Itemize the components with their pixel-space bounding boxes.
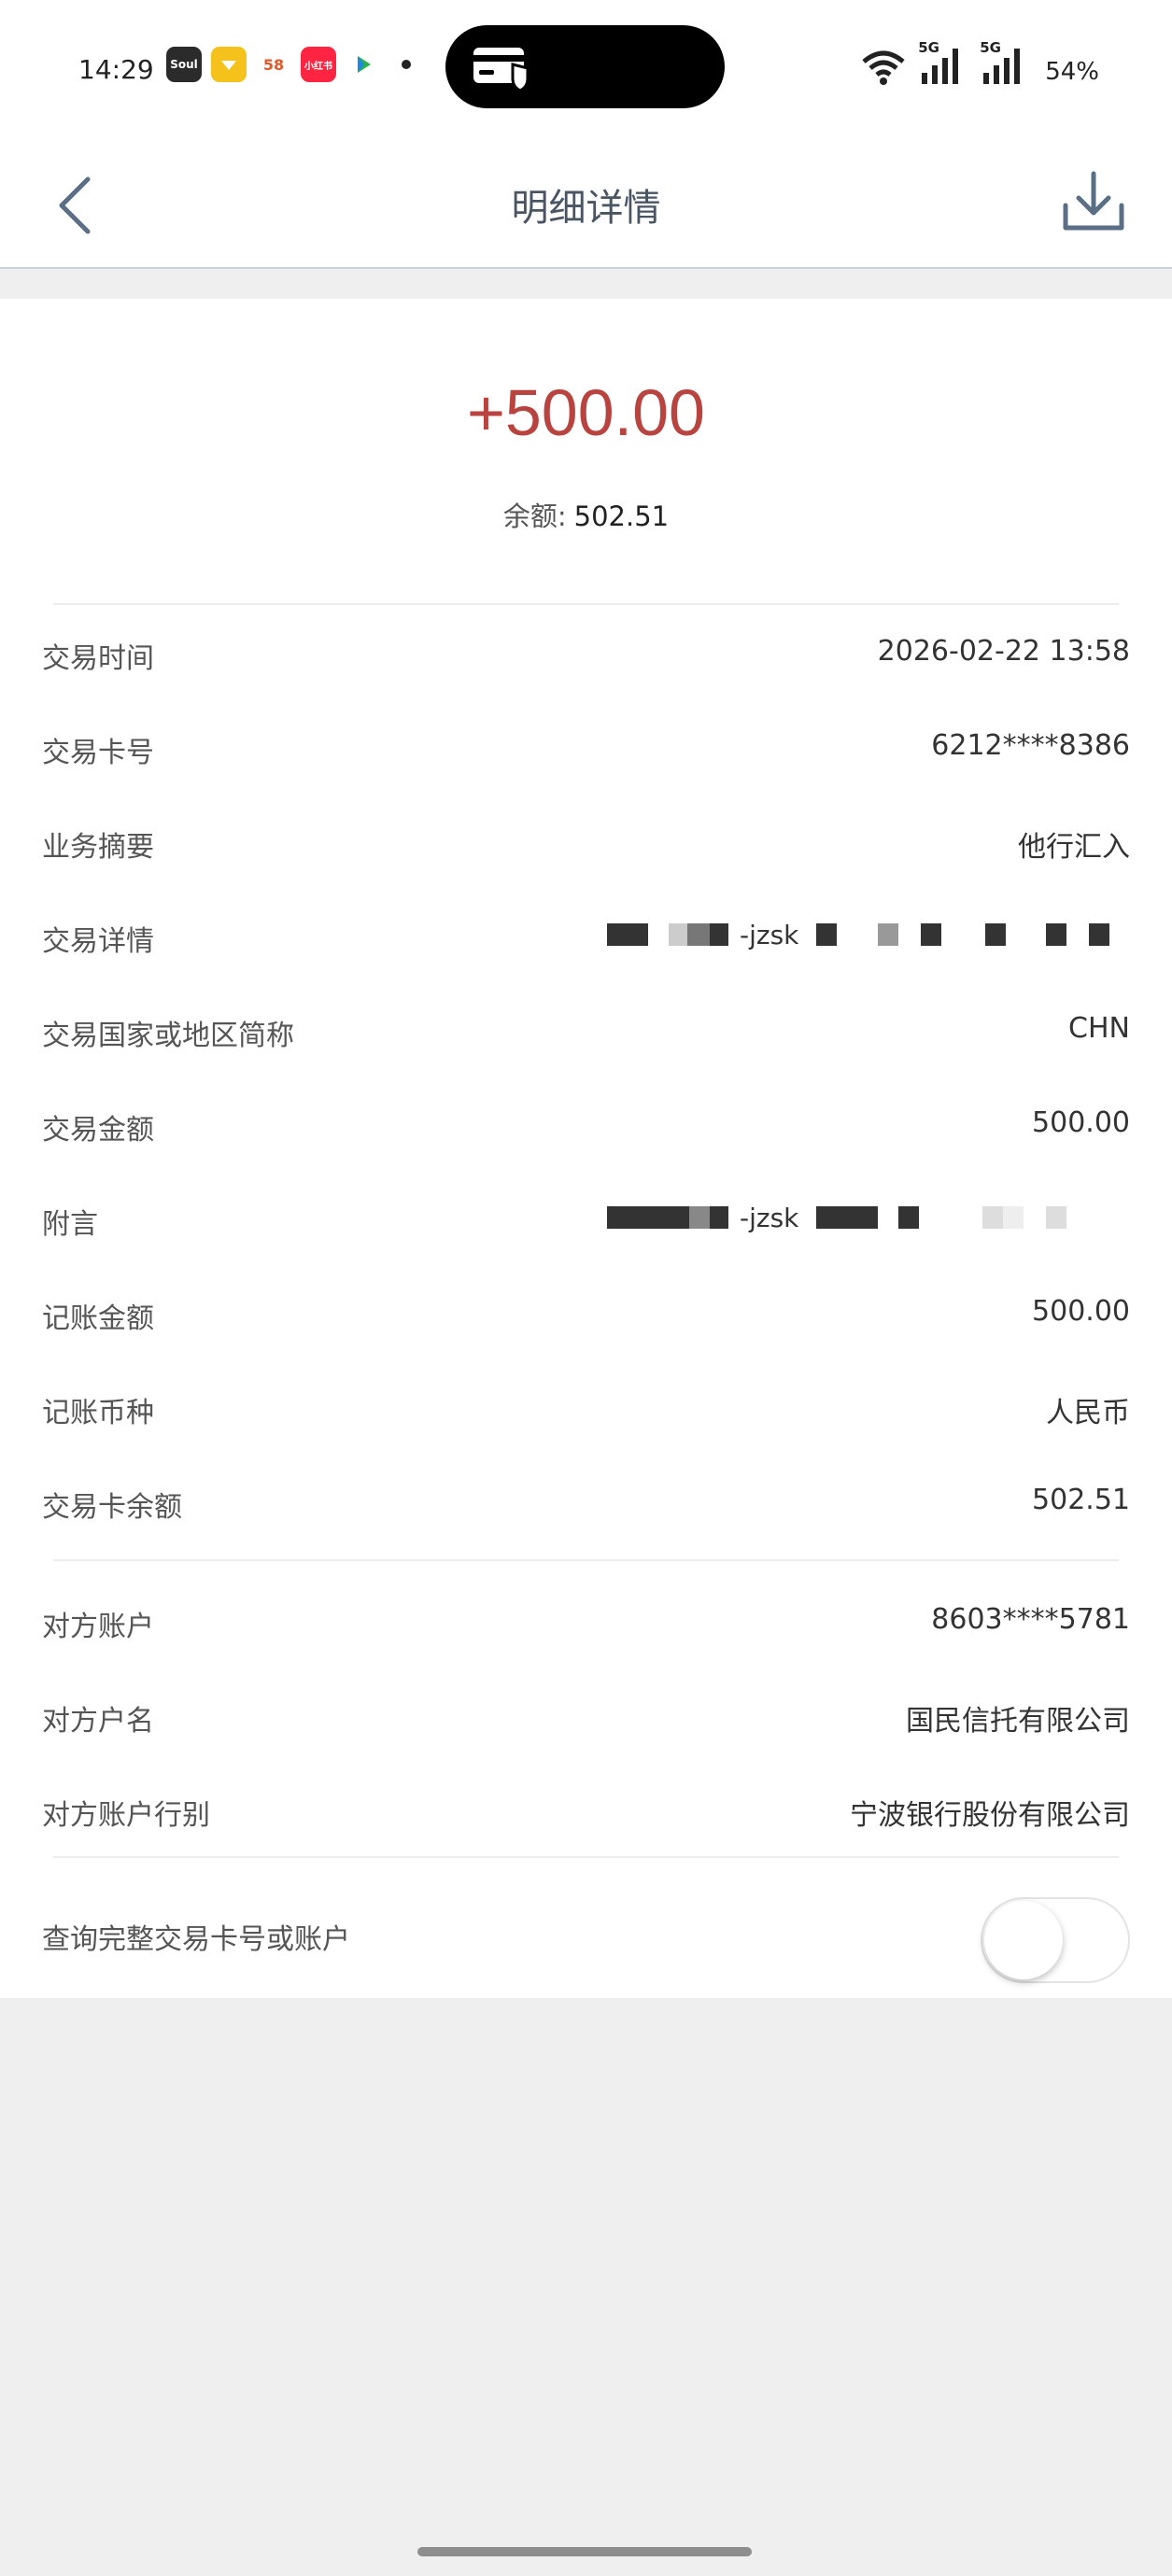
notification-icons: Soul 58 小红书 xyxy=(166,47,411,82)
signal-5g-icon-1: 5G xyxy=(918,39,968,86)
dynamic-island xyxy=(445,25,725,108)
row-label: 附言 xyxy=(42,1208,98,1241)
more-notifications-dot xyxy=(402,60,411,69)
row-remark: 附言 -jzsk xyxy=(0,1175,1172,1268)
row-value: 人民币 xyxy=(1046,1397,1130,1429)
row-value: 国民信托有限公司 xyxy=(906,1705,1130,1738)
row-value: 500.00 xyxy=(1032,1295,1130,1328)
row-label: 对方户名 xyxy=(42,1705,154,1738)
divider xyxy=(53,1559,1119,1561)
redacted-remark: -jzsk xyxy=(607,1203,1130,1244)
status-bar: 14:29 Soul 58 小红书 5G 5G 54% xyxy=(0,0,1172,138)
signal-5g-icon-2: 5G xyxy=(980,39,1030,86)
row-value: CHN xyxy=(1068,1012,1130,1045)
row-value: 8603****5781 xyxy=(931,1603,1130,1636)
row-label: 交易国家或地区简称 xyxy=(42,1020,294,1052)
balance-line: 余额: 502.51 xyxy=(0,495,1172,534)
row-counterparty-name: 对方户名 国民信托有限公司 xyxy=(0,1671,1172,1765)
transaction-amount: +500.00 xyxy=(467,376,705,449)
row-value: 2026-02-22 13:58 xyxy=(877,635,1130,668)
detail-card: +500.00 余额: 502.51 交易时间 2026-02-22 13:58 … xyxy=(0,299,1172,1998)
row-label: 对方账户行别 xyxy=(42,1799,210,1832)
video-app-icon xyxy=(346,47,381,82)
row-label: 交易卡号 xyxy=(42,737,154,769)
divider xyxy=(53,1856,1119,1858)
redacted-fragment: -jzsk xyxy=(740,1203,799,1233)
row-counterparty-account: 对方账户 8603****5781 xyxy=(0,1577,1172,1670)
toggle-knob xyxy=(984,1901,1063,1979)
wifi-icon xyxy=(862,50,905,85)
row-label: 交易金额 xyxy=(42,1114,154,1147)
row-business-summary: 业务摘要 他行汇入 xyxy=(0,797,1172,891)
row-card-number: 交易卡号 6212****8386 xyxy=(0,703,1172,796)
row-label: 交易详情 xyxy=(42,925,154,958)
row-full-number-toggle: 查询完整交易卡号或账户 xyxy=(0,1882,1172,1998)
home-indicator[interactable] xyxy=(417,2547,752,2556)
transaction-detail-page: 14:29 Soul 58 小红书 5G 5G 54% 明细详情 +500.00… xyxy=(0,0,1172,2576)
balance-label: 余额: xyxy=(502,500,567,532)
row-value: 他行汇入 xyxy=(1018,831,1130,864)
row-value: 502.51 xyxy=(1032,1484,1130,1516)
row-label: 交易卡余额 xyxy=(42,1491,182,1524)
soul-app-icon: Soul xyxy=(166,47,202,82)
row-trade-amount: 交易金额 500.00 xyxy=(0,1080,1172,1174)
row-label: 记账币种 xyxy=(42,1397,154,1429)
system-status-icons: 5G 5G 54% xyxy=(860,39,1099,86)
full-number-toggle-switch[interactable] xyxy=(981,1897,1130,1983)
row-trade-time: 交易时间 2026-02-22 13:58 xyxy=(0,609,1172,702)
balance-value: 502.51 xyxy=(573,500,670,532)
row-card-balance: 交易卡余额 502.51 xyxy=(0,1457,1172,1551)
divider xyxy=(53,603,1119,605)
toggle-label: 查询完整交易卡号或账户 xyxy=(42,1923,350,1956)
row-value: 6212****8386 xyxy=(931,729,1130,762)
row-label: 对方账户 xyxy=(42,1611,154,1643)
row-book-amount: 记账金额 500.00 xyxy=(0,1269,1172,1362)
row-trade-detail: 交易详情 -jzsk xyxy=(0,892,1172,985)
row-currency: 记账币种 人民币 xyxy=(0,1363,1172,1457)
row-label: 交易时间 xyxy=(42,642,154,675)
row-label: 记账金额 xyxy=(42,1302,154,1335)
secure-payment-icon xyxy=(472,44,531,96)
redacted-trade-detail: -jzsk xyxy=(607,920,1130,961)
row-value: 500.00 xyxy=(1032,1106,1130,1139)
coin-app-icon xyxy=(211,47,247,82)
status-time: 14:29 xyxy=(78,54,154,85)
page-title: 明细详情 xyxy=(511,187,661,230)
battery-level: 54% xyxy=(1045,58,1099,86)
row-country: 交易国家或地区简称 CHN xyxy=(0,986,1172,1079)
download-button[interactable] xyxy=(1056,164,1131,239)
row-counterparty-bank: 对方账户行别 宁波银行股份有限公司 xyxy=(0,1766,1172,1859)
download-icon xyxy=(1063,171,1124,231)
row-label: 业务摘要 xyxy=(42,831,154,864)
redacted-fragment: -jzsk xyxy=(740,920,799,950)
nav-bar: 明细详情 xyxy=(0,138,1172,269)
row-value: 宁波银行股份有限公司 xyxy=(850,1799,1130,1832)
xiaohongshu-app-icon: 小红书 xyxy=(301,47,336,82)
58-app-icon: 58 xyxy=(256,47,291,82)
